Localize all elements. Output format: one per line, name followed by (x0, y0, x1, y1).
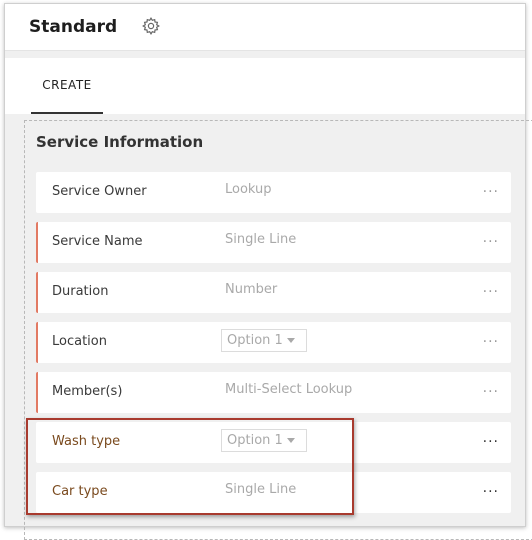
select-value: Option 1 (227, 333, 283, 348)
option-select[interactable]: Option 1 (221, 329, 307, 352)
header: Standard (5, 4, 525, 51)
field-row-service-name[interactable]: Service Name Single Line ··· (36, 222, 511, 263)
section-title: Service Information (36, 133, 204, 151)
more-options-icon[interactable]: ··· (483, 434, 499, 450)
field-type: Lookup (225, 182, 272, 197)
field-type: Multi-Select Lookup (225, 382, 353, 397)
field-row-members[interactable]: Member(s) Multi-Select Lookup ··· (36, 372, 511, 413)
more-options-icon[interactable]: ··· (483, 184, 499, 200)
page-title: Standard (29, 17, 118, 37)
field-row-location[interactable]: Location Option 1 ··· (36, 322, 511, 363)
field-row-duration[interactable]: Duration Number ··· (36, 272, 511, 313)
more-options-icon[interactable]: ··· (483, 234, 499, 250)
field-label: Duration (52, 284, 109, 299)
gear-icon[interactable] (141, 16, 161, 36)
field-type: Number (225, 282, 278, 297)
more-options-icon[interactable]: ··· (483, 284, 499, 300)
more-options-icon[interactable]: ··· (483, 384, 499, 400)
tab-create[interactable]: CREATE (31, 58, 103, 114)
highlight-box (26, 418, 354, 515)
field-label: Service Owner (52, 184, 147, 199)
field-label: Member(s) (52, 384, 123, 399)
tab-bar: CREATE (5, 58, 525, 114)
field-row-service-owner[interactable]: Service Owner Lookup ··· (36, 172, 511, 213)
field-label: Service Name (52, 234, 143, 249)
field-label: Location (52, 334, 107, 349)
more-options-icon[interactable]: ··· (483, 484, 499, 500)
caret-down-icon (287, 338, 295, 343)
more-options-icon[interactable]: ··· (483, 334, 499, 350)
field-type: Single Line (225, 232, 297, 247)
